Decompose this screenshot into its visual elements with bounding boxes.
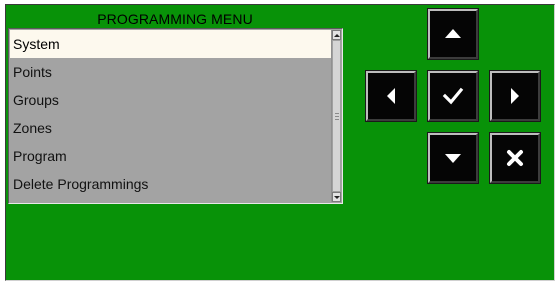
menu-listbox[interactable]: System Points Groups Zones Program Delet…: [8, 28, 343, 204]
thumb-grip-line: [335, 119, 339, 120]
menu-item-label: Zones: [13, 120, 52, 136]
scrollbar-thumb[interactable]: [332, 40, 341, 192]
scroll-up-arrow-icon: [333, 33, 340, 37]
menu-item-points[interactable]: Points: [10, 58, 331, 86]
arrow-right-icon: [511, 88, 519, 104]
menu-item-zones[interactable]: Zones: [10, 114, 331, 142]
arrow-down-icon: [445, 154, 461, 163]
checkmark-icon: [442, 87, 464, 105]
thumb-grip-line: [335, 113, 339, 114]
menu-item-label: Points: [13, 64, 52, 80]
arrow-up-icon: [445, 29, 461, 38]
menu-item-delete-programmings[interactable]: Delete Programmings: [10, 170, 331, 198]
menu-item-label: Program: [13, 148, 67, 164]
confirm-button[interactable]: [427, 70, 479, 122]
menu-item-program[interactable]: Program: [10, 142, 331, 170]
right-button[interactable]: [489, 70, 541, 122]
menu-scrollbar[interactable]: [331, 30, 341, 202]
up-button[interactable]: [427, 8, 479, 60]
menu-item-groups[interactable]: Groups: [10, 86, 331, 114]
menu-item-label: Groups: [13, 92, 59, 108]
menu-list: System Points Groups Zones Program Delet…: [10, 30, 331, 202]
arrow-left-icon: [387, 88, 395, 104]
thumb-grip-line: [335, 116, 339, 117]
left-button[interactable]: [365, 70, 417, 122]
menu-item-label: Delete Programmings: [13, 176, 149, 192]
cancel-button[interactable]: [489, 132, 541, 184]
scroll-down-arrow-icon: [333, 195, 340, 199]
cross-icon: [507, 150, 523, 166]
menu-item-label: System: [13, 36, 60, 52]
scroll-down-button[interactable]: [332, 192, 341, 202]
menu-title: PROGRAMMING MENU: [97, 11, 253, 27]
down-button[interactable]: [427, 132, 479, 184]
scroll-up-button[interactable]: [332, 30, 341, 40]
menu-item-system[interactable]: System: [10, 30, 331, 58]
